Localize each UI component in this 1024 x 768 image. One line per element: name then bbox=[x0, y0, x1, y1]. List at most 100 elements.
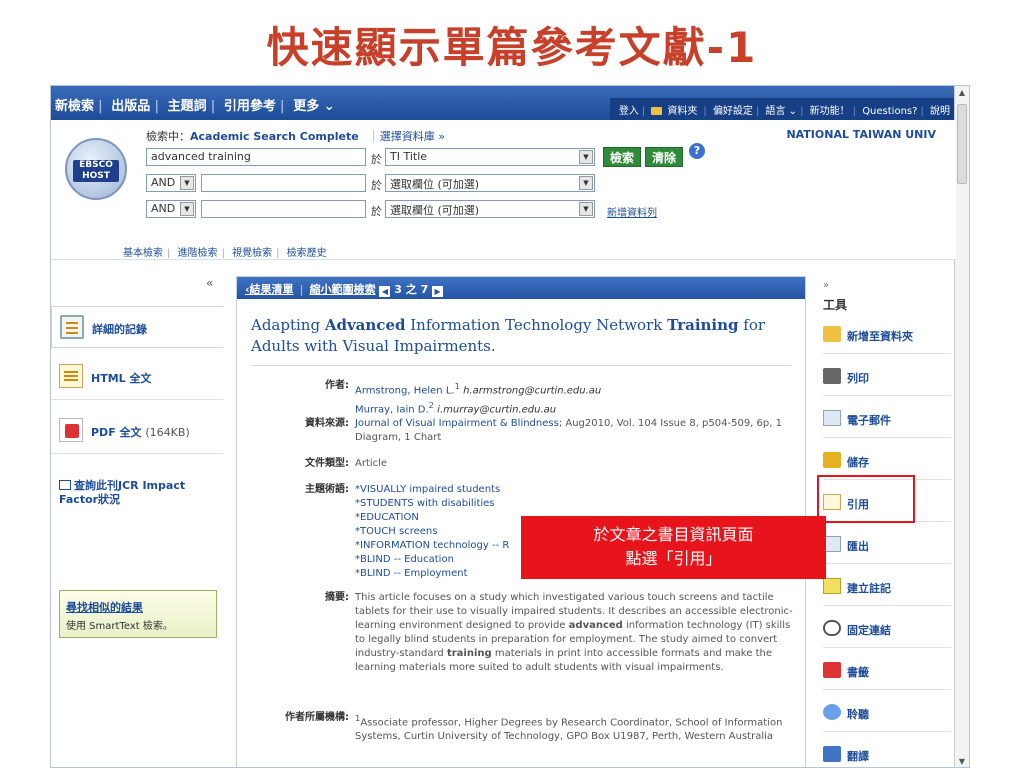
util-preferences[interactable]: 偏好設定 bbox=[710, 106, 756, 117]
help-icon[interactable]: ? bbox=[689, 143, 705, 159]
authors-field: 作者: Armstrong, Helen L.1 h.armstrong@cur… bbox=[325, 380, 602, 416]
nav-publications[interactable]: 出版品 bbox=[107, 99, 154, 114]
slide-title: 快速顯示單篇參考文獻-1 bbox=[266, 23, 758, 72]
boolean-select-2[interactable]: AND ▼ bbox=[146, 174, 196, 192]
main-nav: 新檢索 | 出版品 | 主題詞 | 引用參考 | 更多 ⌄ bbox=[51, 95, 339, 114]
detailed-record-link[interactable]: 詳細的記錄 bbox=[51, 306, 223, 348]
pdf-icon bbox=[59, 418, 83, 442]
tool-permalink[interactable]: 固定連結 bbox=[823, 608, 951, 648]
tool-create-note[interactable]: 建立註記 bbox=[823, 566, 951, 606]
subject-link[interactable]: *STUDENTS with disabilities bbox=[355, 497, 795, 511]
database-name: Academic Search Complete bbox=[190, 130, 359, 143]
tool-listen[interactable]: 聆聽 bbox=[823, 692, 951, 732]
result-list-link[interactable]: ‹結果清單 bbox=[245, 283, 294, 296]
field-select-2[interactable]: 選取欄位 (可加選) ▼ bbox=[385, 174, 595, 192]
tool-email[interactable]: 電子郵件 bbox=[823, 398, 951, 438]
printer-icon bbox=[823, 368, 841, 384]
search-button[interactable]: 檢索 bbox=[603, 147, 641, 167]
find-similar-box[interactable]: 尋找相似的結果 使用 SmartText 檢索。 bbox=[59, 590, 217, 638]
article-title: Adapting Advanced Information Technology… bbox=[251, 316, 766, 355]
link-icon bbox=[823, 620, 841, 636]
folder-icon bbox=[823, 326, 841, 342]
util-language[interactable]: 語言 ⌄ bbox=[763, 106, 801, 117]
find-similar-link[interactable]: 尋找相似的結果 bbox=[66, 599, 210, 615]
tool-save[interactable]: 儲存 bbox=[823, 440, 951, 480]
choose-databases-link[interactable]: 選擇資料庫 » bbox=[372, 130, 445, 143]
chevron-down-icon: ▼ bbox=[180, 202, 194, 216]
tools-heading: 工具 bbox=[823, 298, 848, 312]
prev-record-icon[interactable]: ◀ bbox=[379, 286, 391, 297]
chevron-down-icon: ▼ bbox=[579, 150, 593, 164]
search-term-3-input[interactable] bbox=[201, 200, 366, 218]
tool-translate[interactable]: 翻譯 bbox=[823, 734, 951, 767]
scroll-up-arrow-icon[interactable]: ▲ bbox=[955, 86, 969, 100]
pdf-fulltext-link[interactable]: PDF 全文 (164KB) bbox=[51, 408, 223, 454]
nav-cited-refs[interactable]: 引用參考 bbox=[220, 99, 280, 114]
search-term-2-input[interactable] bbox=[201, 174, 366, 192]
left-sidebar: « 詳細的記錄 HTML 全文 PDF 全文 (164KB) 查詢此刊JCR I… bbox=[51, 276, 223, 767]
title-divider bbox=[251, 365, 791, 366]
save-disk-icon bbox=[823, 452, 841, 468]
in-label-2: 於 bbox=[371, 179, 382, 192]
visual-search-link[interactable]: 視覺檢索 bbox=[232, 248, 272, 259]
add-row-link[interactable]: 新增資料列 bbox=[607, 204, 657, 219]
author-2-link[interactable]: Murray, Iain D. bbox=[355, 405, 429, 416]
ebsco-logo-text: EBSCO HOST bbox=[73, 160, 119, 182]
util-help[interactable]: 說明 bbox=[927, 106, 953, 117]
nav-more[interactable]: 更多 ⌄ bbox=[289, 99, 338, 114]
collapse-right-icon[interactable]: » bbox=[823, 280, 829, 291]
smarttext-note: 使用 SmartText 檢索。 bbox=[66, 621, 173, 632]
author-1-email[interactable]: h.armstrong@curtin.edu.au bbox=[463, 385, 601, 396]
scroll-thumb[interactable] bbox=[957, 104, 967, 184]
searching-label: 檢索中： bbox=[146, 130, 190, 143]
field-select-3[interactable]: 選取欄位 (可加選) ▼ bbox=[385, 200, 595, 218]
refine-search-link[interactable]: 縮小範圍檢索 bbox=[310, 283, 376, 296]
subject-link[interactable]: *VISUALLY impaired students bbox=[355, 483, 795, 497]
basic-search-link[interactable]: 基本檢索 bbox=[123, 248, 163, 259]
boolean-select-3[interactable]: AND ▼ bbox=[146, 200, 196, 218]
field-select-1[interactable]: TI Title ▼ bbox=[385, 148, 595, 166]
email-icon bbox=[823, 410, 841, 426]
searching-line: 檢索中：Academic Search Complete 選擇資料庫 » bbox=[146, 128, 445, 144]
html-document-icon bbox=[59, 364, 83, 388]
instruction-callout: 於文章之書目資訊頁面 點選「引用」 bbox=[521, 516, 826, 579]
search-term-1-input[interactable]: advanced training bbox=[146, 148, 366, 166]
journal-link[interactable]: Journal of Visual Impairment & Blindness bbox=[355, 418, 559, 429]
clear-button[interactable]: 清除 bbox=[645, 147, 683, 167]
in-label-3: 於 bbox=[371, 205, 382, 218]
util-questions[interactable]: Questions? bbox=[859, 106, 920, 117]
in-label-1: 於 bbox=[371, 153, 382, 166]
nav-subject-terms[interactable]: 主題詞 bbox=[164, 99, 211, 114]
screenshot-frame: 新檢索 | 出版品 | 主題詞 | 引用參考 | 更多 ⌄ 登入 | 資料夾 | 偏好設定 |… bbox=[50, 85, 970, 768]
speaker-icon bbox=[823, 704, 841, 720]
tool-bookmark[interactable]: 書籤 bbox=[823, 650, 951, 690]
author-1-link[interactable]: Armstrong, Helen L. bbox=[355, 385, 455, 396]
tool-print[interactable]: 列印 bbox=[823, 356, 951, 396]
util-login[interactable]: 登入 bbox=[616, 106, 642, 117]
search-panel: EBSCO HOST 檢索中：Academic Search Complete 選… bbox=[51, 120, 956, 260]
scroll-down-arrow-icon[interactable]: ▼ bbox=[955, 755, 969, 767]
search-history-link[interactable]: 檢索歷史 bbox=[287, 248, 327, 259]
collapse-left-icon[interactable]: « bbox=[206, 276, 213, 290]
author-2-email[interactable]: i.murray@curtin.edu.au bbox=[437, 405, 556, 416]
doctype-field: 文件類型: Article bbox=[305, 458, 388, 469]
callout-line-2: 點選「引用」 bbox=[625, 549, 722, 568]
affiliation-field: 作者所屬機構: 1Associate professor, Higher Deg… bbox=[285, 712, 783, 743]
ebsco-logo: EBSCO HOST bbox=[65, 138, 127, 200]
page-scrollbar[interactable]: ▲ ▼ bbox=[954, 86, 969, 767]
source-field: 資料來源: Journal of Visual Impairment & Bli… bbox=[305, 418, 782, 443]
callout-line-1: 於文章之書目資訊頁面 bbox=[593, 525, 754, 544]
folder-icon bbox=[651, 107, 663, 115]
top-navbar: 新檢索 | 出版品 | 主題詞 | 引用參考 | 更多 ⌄ 登入 | 資料夾 | 偏好設定 |… bbox=[51, 86, 956, 120]
tool-export[interactable]: 匯出 bbox=[823, 524, 951, 564]
advanced-search-link[interactable]: 進階檢索 bbox=[178, 248, 218, 259]
tool-add-folder[interactable]: 新增至資料夾 bbox=[823, 314, 951, 354]
util-folder[interactable]: 資料夾 bbox=[648, 106, 703, 117]
nav-new-search[interactable]: 新檢索 bbox=[51, 99, 98, 114]
util-new-features[interactable]: 新功能！ bbox=[807, 106, 853, 117]
next-record-icon[interactable]: ▶ bbox=[432, 286, 444, 297]
utility-bar: 登入 | 資料夾 | 偏好設定 | 語言 ⌄ | 新功能！ | Questions? | 說… bbox=[609, 98, 956, 120]
html-fulltext-link[interactable]: HTML 全文 bbox=[51, 356, 223, 400]
chevron-down-icon: ▼ bbox=[579, 202, 593, 216]
jcr-impact-link[interactable]: 查詢此刊JCR Impact Factor狀況 bbox=[59, 479, 219, 507]
